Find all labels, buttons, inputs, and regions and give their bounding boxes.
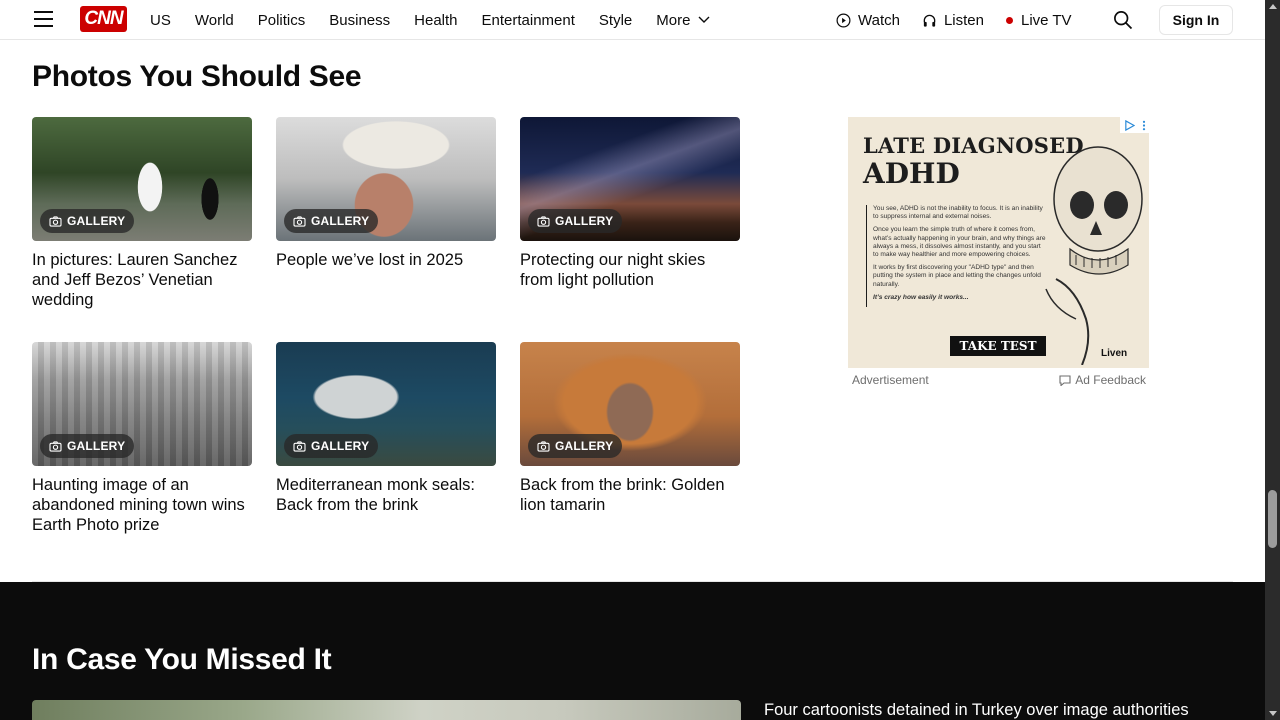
card-title[interactable]: Back from the brink: Golden lion tamarin [520, 475, 740, 515]
card-title[interactable]: Haunting image of an abandoned mining to… [32, 475, 252, 535]
gallery-badge-label: GALLERY [311, 439, 370, 453]
ad-feedback-label: Ad Feedback [1075, 373, 1146, 387]
ad-body-paragraph: You see, ADHD is not the inability to fo… [873, 205, 1043, 221]
site-header: CNN US World Politics Business Health En… [0, 0, 1265, 40]
ad-brand-logo: Liven [1101, 348, 1128, 359]
cnn-logo[interactable]: CNN [80, 6, 127, 32]
card-title[interactable]: People we’ve lost in 2025 [276, 250, 496, 270]
gallery-card-mining-town[interactable]: GALLERY Haunting image of an abandoned m… [32, 342, 252, 535]
sign-in-button[interactable]: Sign In [1159, 5, 1233, 35]
gallery-badge-label: GALLERY [67, 214, 126, 228]
card-thumbnail[interactable]: GALLERY [520, 342, 740, 466]
nav-item-style[interactable]: Style [599, 12, 632, 29]
skull-illustration [1045, 146, 1143, 365]
card-title[interactable]: Mediterranean monk seals: Back from the … [276, 475, 496, 515]
ad-choices[interactable] [1120, 117, 1149, 133]
card-title[interactable]: In pictures: Lauren Sanchez and Jeff Bez… [32, 250, 252, 310]
advertisement-label: Advertisement [852, 373, 929, 387]
camera-icon [49, 440, 62, 452]
gallery-badge: GALLERY [40, 434, 135, 458]
take-test-button[interactable]: TAKE TEST [950, 336, 1046, 356]
right-nav: Watch Listen Live TV [836, 0, 1094, 40]
live-dot-icon [1005, 16, 1013, 24]
listen-link[interactable]: Listen [922, 12, 984, 29]
card-thumbnail[interactable]: GALLERY [276, 117, 496, 241]
camera-icon [537, 440, 550, 452]
camera-icon [537, 215, 550, 227]
gallery-badge-label: GALLERY [555, 439, 614, 453]
nav-item-health[interactable]: Health [414, 12, 457, 29]
gallery-card-wedding[interactable]: GALLERY In pictures: Lauren Sanchez and … [32, 117, 252, 310]
search-icon[interactable] [1113, 10, 1133, 30]
headphones-icon [923, 14, 936, 27]
page-scrollbar[interactable] [1265, 0, 1280, 720]
card-thumbnail[interactable]: GALLERY [32, 342, 252, 466]
gallery-card-monk-seals[interactable]: GALLERY Mediterranean monk seals: Back f… [276, 342, 496, 515]
camera-icon [49, 215, 62, 227]
missed-section: In Case You Missed It Four cartoonists d… [0, 582, 1265, 720]
nav-item-politics[interactable]: Politics [258, 12, 306, 29]
nav-item-entertainment[interactable]: Entertainment [482, 12, 575, 29]
chevron-down-icon [698, 16, 710, 23]
card-thumbnail[interactable]: GALLERY [32, 117, 252, 241]
scroll-down-arrow-icon[interactable] [1269, 711, 1277, 716]
card-thumbnail[interactable]: GALLERY [520, 117, 740, 241]
live-tv-link[interactable]: Live TV [1005, 11, 1072, 29]
ad-feedback-link[interactable]: Ad Feedback [1059, 373, 1146, 387]
scroll-thumb[interactable] [1268, 490, 1277, 548]
listen-label: Listen [943, 11, 984, 29]
ad-headline-2: ADHD [863, 157, 960, 190]
nav-more-label: More [656, 11, 691, 29]
ad-body-paragraph: It works by first discovering your "ADHD… [873, 264, 1041, 288]
gallery-card-people-lost[interactable]: GALLERY People we’ve lost in 2025 [276, 117, 496, 270]
nav-item-world[interactable]: World [195, 12, 234, 29]
camera-icon [293, 440, 306, 452]
ad-body-tagline: It’s crazy how easily it works... [873, 293, 969, 301]
missed-section-title: In Case You Missed It [32, 643, 332, 676]
gallery-badge: GALLERY [284, 209, 379, 233]
watch-link[interactable]: Watch [836, 12, 900, 29]
gallery-badge-label: GALLERY [67, 439, 126, 453]
gallery-badge: GALLERY [528, 209, 623, 233]
adchoices-icon[interactable] [1124, 119, 1135, 131]
watch-label: Watch [858, 11, 900, 29]
nav-more-button[interactable]: More [656, 12, 710, 29]
gallery-badge-label: GALLERY [555, 214, 614, 228]
card-thumbnail[interactable]: GALLERY [276, 342, 496, 466]
gallery-badge: GALLERY [284, 434, 379, 458]
menu-icon[interactable] [34, 11, 53, 27]
gallery-card-night-skies[interactable]: GALLERY Protecting our night skies from … [520, 117, 740, 290]
nav-item-business[interactable]: Business [329, 12, 390, 29]
ad-banner[interactable]: LATE DIAGNOSED ADHD You see, ADHD is not… [848, 117, 1149, 368]
feedback-icon [1059, 374, 1071, 386]
gallery-card-tamarin[interactable]: GALLERY Back from the brink: Golden lion… [520, 342, 740, 515]
gallery-badge: GALLERY [40, 209, 135, 233]
ad-body-paragraph: Once you learn the simple truth of where… [873, 226, 1046, 259]
card-title[interactable]: Protecting our night skies from light po… [520, 250, 740, 290]
lead-story-image[interactable] [32, 700, 741, 720]
ad-body: You see, ADHD is not the inability to fo… [866, 205, 1048, 308]
ad-meta: Advertisement Ad Feedback [852, 373, 1146, 387]
live-tv-label: Live TV [1020, 11, 1072, 29]
nav-item-us[interactable]: US [150, 12, 171, 29]
story-headline[interactable]: Four cartoonists detained in Turkey over… [764, 701, 1189, 720]
scroll-up-arrow-icon[interactable] [1269, 4, 1277, 9]
play-circle-icon [836, 13, 851, 27]
gallery-badge-label: GALLERY [311, 214, 370, 228]
photos-section-title: Photos You Should See [32, 60, 362, 93]
camera-icon [293, 215, 306, 227]
gallery-badge: GALLERY [528, 434, 623, 458]
more-vertical-icon[interactable] [1142, 120, 1146, 131]
main-nav: US World Politics Business Health Entert… [150, 0, 710, 40]
